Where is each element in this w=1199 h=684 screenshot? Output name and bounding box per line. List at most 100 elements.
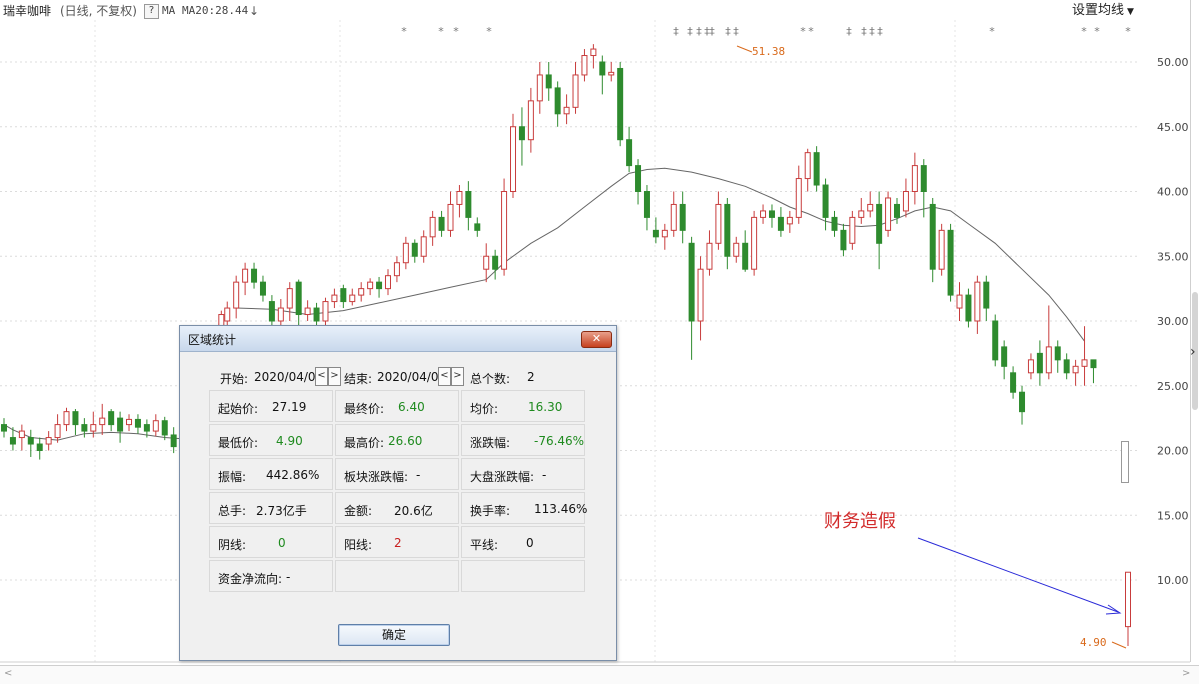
stat-cell — [461, 560, 585, 592]
horizontal-scrollbar[interactable]: < > — [0, 665, 1199, 684]
candle-body — [768, 210, 775, 218]
close-button[interactable]: ✕ — [581, 331, 612, 348]
candle-body — [438, 216, 445, 231]
candle-body — [295, 281, 302, 316]
candle-body — [992, 320, 999, 361]
stat-cell: 金额: 20.6亿 — [335, 492, 459, 524]
candle-body — [99, 417, 106, 426]
candle-body — [518, 126, 525, 141]
annotation-arrow-line — [917, 537, 1119, 613]
ma-label: MA — [162, 4, 176, 17]
end-date: 2020/04/02 — [377, 370, 447, 384]
candle-body — [813, 152, 820, 186]
candle-body — [840, 229, 847, 251]
scroll-right-icon[interactable]: > — [1182, 668, 1190, 679]
candle-body — [54, 424, 61, 439]
special-marker: * — [1094, 25, 1100, 38]
candle-body — [18, 430, 25, 439]
period-label: (日线, 不复权) — [60, 4, 137, 18]
arrow-head-icon — [1105, 604, 1122, 615]
help-icon[interactable]: ? — [144, 4, 159, 19]
candle-body — [322, 301, 329, 322]
special-marker: ‡ — [846, 25, 852, 38]
stat-key: 振幅: — [218, 470, 247, 484]
y-tick-label: 30.00 — [1157, 315, 1189, 328]
stat-key: 总手: — [218, 504, 247, 518]
end-next-button[interactable]: > — [451, 367, 464, 386]
special-marker: ‡ — [673, 25, 679, 38]
candle-body — [938, 229, 945, 270]
candle-body — [126, 418, 133, 426]
candle-body — [1063, 359, 1070, 374]
special-marker: * — [486, 25, 492, 38]
end-prev-button[interactable]: < — [438, 367, 451, 386]
candle-body — [251, 268, 258, 283]
candle-body — [822, 184, 829, 218]
stat-key: 涨跌幅: — [470, 436, 511, 450]
stat-cell: 最低价: 4.90 — [209, 424, 333, 456]
candle-body — [1010, 372, 1017, 393]
candle-body — [661, 229, 668, 238]
candle-body — [777, 216, 784, 231]
stat-value: 26.60 — [388, 434, 423, 448]
range-selection-box[interactable] — [1121, 441, 1129, 483]
y-tick-label: 50.00 — [1157, 56, 1189, 69]
candle-body — [81, 424, 88, 432]
stat-cell: 平线: 0 — [461, 526, 585, 558]
stat-cell — [335, 560, 459, 592]
confirm-button[interactable]: 确定 — [338, 624, 450, 646]
special-marker: ‡ — [725, 25, 731, 38]
candle-body — [652, 229, 659, 238]
candle-body — [911, 165, 918, 193]
stat-cell: 板块涨跌幅: - — [335, 458, 459, 490]
candle-body — [393, 262, 400, 277]
candle-body — [474, 223, 481, 231]
candle-body — [876, 203, 883, 244]
high-price-pointer — [736, 45, 753, 53]
start-next-button[interactable]: > — [328, 367, 341, 386]
ma20-value: MA20:28.44 — [182, 4, 249, 17]
stat-cell: 最终价: 6.40 — [335, 390, 459, 422]
special-marker: * — [1125, 25, 1131, 38]
candle-body — [1019, 391, 1026, 413]
stat-value: - — [542, 468, 547, 482]
stat-value: 27.19 — [272, 400, 307, 414]
candle-body — [384, 275, 391, 290]
stat-key: 最高价: — [344, 436, 385, 450]
candle-body — [349, 294, 356, 303]
stat-key: 起始价: — [218, 402, 259, 416]
stat-value: 113.46% — [534, 502, 588, 516]
count-value: 2 — [527, 370, 535, 384]
candle-body — [831, 216, 838, 231]
candle-body — [161, 420, 168, 436]
candle-body — [501, 191, 508, 270]
special-marker: ‡ — [877, 25, 883, 38]
candle-body — [894, 203, 900, 218]
stat-key: 阳线: — [344, 538, 373, 552]
set-ma-label: 设置均线 — [1072, 3, 1125, 18]
low-price-label: 4.90 — [1080, 636, 1107, 649]
y-tick-label: 40.00 — [1157, 186, 1189, 199]
dialog-titlebar[interactable]: 区域统计 ✕ — [180, 326, 616, 352]
candle-body — [581, 55, 588, 76]
stat-key: 最终价: — [344, 402, 385, 416]
special-marker: * — [1081, 25, 1087, 38]
stat-cell: 资金净流向: - — [209, 560, 333, 592]
candle-body — [27, 437, 34, 445]
stat-key: 大盘涨跌幅: — [470, 470, 535, 484]
candle-body — [733, 242, 740, 257]
candle-body — [429, 216, 436, 238]
candle-body — [1, 424, 7, 432]
stat-value: -76.46% — [534, 434, 585, 448]
candle-body — [760, 210, 767, 218]
candle-body — [1125, 571, 1131, 628]
special-marker: ‡ — [861, 25, 867, 38]
start-prev-button[interactable]: < — [315, 367, 328, 386]
side-handle-icon[interactable]: › — [1190, 344, 1196, 360]
candle-body — [527, 100, 534, 141]
candle-body — [867, 203, 874, 212]
scroll-left-icon[interactable]: < — [4, 668, 12, 679]
y-tick-label: 25.00 — [1157, 380, 1189, 393]
y-tick-label: 20.00 — [1157, 445, 1189, 458]
set-ma-button[interactable]: 设置均线 ▼ — [1072, 0, 1134, 22]
